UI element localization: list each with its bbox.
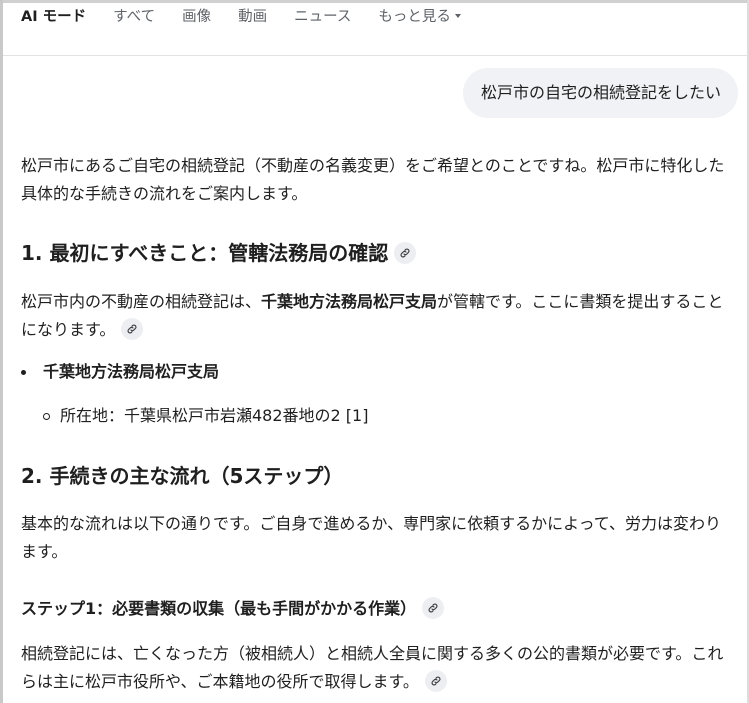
section1-heading: 1. 最初にすべきこと：管轄法務局の確認 bbox=[21, 238, 727, 268]
tab-news[interactable]: ニュース bbox=[294, 5, 351, 26]
list-item-sub: 所在地：千葉県松戸市岩瀬482番地の2 [1] bbox=[21, 402, 749, 430]
section1-text: 松戸市内の不動産の相続登記は、千葉地方法務局松戸支局が管轄です。ここに書類を提出… bbox=[21, 288, 727, 344]
user-query-bubble: 松戸市の自宅の相続登記をしたい bbox=[462, 68, 738, 118]
header-divider bbox=[3, 55, 747, 56]
step1-text: 相続登記には、亡くなった方（被相続人）と相続人全員に関する多くの公的書類が必要で… bbox=[21, 640, 727, 696]
tab-ai-mode[interactable]: AI モード bbox=[21, 5, 86, 26]
link-icon[interactable] bbox=[424, 669, 447, 692]
step1-heading-text: ステップ1：必要書類の収集（最も手間がかかる作業） bbox=[21, 599, 417, 618]
link-icon[interactable] bbox=[121, 317, 144, 340]
link-icon[interactable] bbox=[422, 596, 445, 619]
tab-more[interactable]: もっと見る bbox=[378, 5, 461, 26]
section1-text-before: 松戸市内の不動産の相続登記は、 bbox=[21, 292, 262, 311]
section1-heading-text: 1. 最初にすべきこと：管轄法務局の確認 bbox=[21, 241, 389, 265]
section1-text-bold: 千葉地方法務局松戸支局 bbox=[261, 292, 438, 311]
search-mode-tabs: AI モード すべて 画像 動画 ニュース もっと見る bbox=[21, 0, 488, 30]
window-frame-left bbox=[0, 0, 3, 703]
tab-images[interactable]: 画像 bbox=[182, 5, 211, 26]
section2-heading: 2. 手続きの主な流れ（5ステップ） bbox=[21, 464, 344, 488]
link-icon[interactable] bbox=[394, 241, 417, 264]
step1-text-body: 相続登記には、亡くなった方（被相続人）と相続人全員に関する多くの公的書類が必要で… bbox=[21, 644, 724, 691]
tab-more-label: もっと見る bbox=[378, 8, 451, 25]
tab-all[interactable]: すべて bbox=[113, 5, 155, 26]
list-item: 千葉地方法務局松戸支局 bbox=[21, 358, 749, 386]
section2-text: 基本的な流れは以下の通りです。ご自身で進めるか、専門家に依頼するかによって、労力… bbox=[21, 514, 722, 561]
tab-videos[interactable]: 動画 bbox=[238, 5, 267, 26]
step1-heading: ステップ1：必要書類の収集（最も手間がかかる作業） bbox=[21, 595, 727, 623]
answer-intro: 松戸市にあるご自宅の相続登記（不動産の名義変更）をご希望とのことですね。松戸市に… bbox=[21, 156, 725, 203]
chevron-down-icon bbox=[454, 13, 461, 18]
